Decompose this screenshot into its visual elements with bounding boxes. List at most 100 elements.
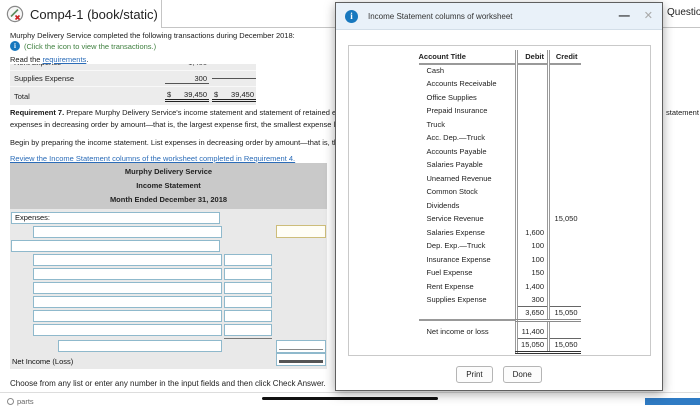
clipped-table-row: Rent Expense 1,400 <box>10 64 256 71</box>
requirement7-text: Requirement 7. Prepare Murphy Delivery S… <box>10 108 337 117</box>
section-label-field[interactable] <box>11 240 220 252</box>
total-expenses-amount-field[interactable] <box>276 340 326 353</box>
column-header-debit: Debit <box>515 50 549 65</box>
debit-cell: 100 <box>515 239 549 253</box>
minimize-icon[interactable]: — <box>619 11 630 22</box>
account-cell: Accounts Payable <box>426 146 487 156</box>
debit-total-value: 39,450 <box>184 90 207 99</box>
read-requirements-line: Read the requirements. <box>10 55 337 64</box>
info-icon[interactable]: i <box>10 41 20 51</box>
expense-item-field[interactable] <box>33 324 222 336</box>
expense-amount-field[interactable] <box>224 254 272 266</box>
double-rule <box>279 360 323 363</box>
supplies-expense-credit <box>212 78 256 79</box>
clipped-row-value: 1,400 <box>165 64 209 67</box>
credit-cell <box>547 104 581 118</box>
credit-cell <box>547 144 581 158</box>
credit-cell: 15,050 <box>547 306 581 322</box>
expense-item-field[interactable] <box>33 282 222 294</box>
credit-cell <box>547 185 581 199</box>
account-cell: Dep. Exp.—Truck <box>426 241 486 251</box>
question-tab[interactable]: Comp4-1 (book/static) <box>0 0 162 28</box>
line-item-field[interactable] <box>33 226 222 238</box>
done-button[interactable]: Done <box>502 366 542 383</box>
debit-cell <box>515 212 549 226</box>
debit-cell: 1,400 <box>515 279 549 293</box>
debit-cell <box>515 131 549 145</box>
debit-cell: 100 <box>515 252 549 266</box>
credit-cell <box>547 325 581 339</box>
static-question-icon <box>6 5 24 23</box>
requirements-link[interactable]: requirements <box>43 55 87 64</box>
revenue-amount-field[interactable] <box>276 225 326 238</box>
expense-amount-field[interactable] <box>224 282 272 294</box>
worksheet-row: Unearned Revenue <box>419 171 581 185</box>
supplies-expense-debit: 300 <box>165 74 209 84</box>
worksheet-row: Office Supplies <box>419 90 581 104</box>
credit-cell <box>547 239 581 253</box>
credit-cell <box>547 158 581 172</box>
dollar-sign: $ <box>167 90 172 99</box>
dollar-sign: $ <box>214 90 219 99</box>
account-cell <box>419 339 517 353</box>
debit-cell: 15,050 <box>515 338 549 354</box>
expense-amount-field[interactable] <box>224 296 272 308</box>
credit-cell <box>547 293 581 307</box>
expenses-row-field[interactable]: Expenses: <box>11 212 220 224</box>
intro-text: Murphy Delivery Service completed the fo… <box>10 31 295 40</box>
worksheet-row: Accounts Payable <box>419 144 581 158</box>
expense-amount-field[interactable] <box>224 310 272 322</box>
expense-amount-field[interactable] <box>224 324 272 336</box>
horizontal-scrollbar-thumb[interactable] <box>262 397 438 400</box>
debit-cell <box>515 117 549 131</box>
debit-cell: 3,650 <box>515 306 549 322</box>
expense-item-field[interactable] <box>33 268 222 280</box>
debit-total: $39,450 <box>165 90 209 102</box>
check-answer-button-fragment[interactable] <box>645 398 700 405</box>
account-cell: Accounts Receivable <box>426 79 497 89</box>
worksheet-modal: i Income Statement columns of worksheet … <box>335 2 663 391</box>
requirement7-rest: Prepare Murphy Delivery Service's income… <box>64 108 337 117</box>
account-cell: Prepaid Insurance <box>426 106 488 116</box>
worksheet-row: Fuel Expense 150 <box>419 266 581 280</box>
modal-footer: Print Done <box>336 366 662 383</box>
debit-cell <box>515 158 549 172</box>
expense-item-field[interactable] <box>33 296 222 308</box>
column-header-credit: Credit <box>547 50 581 65</box>
account-cell: Fuel Expense <box>426 268 473 278</box>
account-cell: Service Revenue <box>426 214 484 224</box>
account-cell: Acc. Dep.—Truck <box>426 133 485 143</box>
statement-title: Income Statement <box>136 181 201 190</box>
expense-item-field[interactable] <box>33 254 222 266</box>
worksheet-summary-table: Rent Expense 1,400 Supplies Expense 300 … <box>10 64 256 105</box>
total-label: Total <box>14 91 30 101</box>
credit-cell <box>547 131 581 145</box>
worksheet-row: Salaries Expense 1,600 <box>419 225 581 239</box>
worksheet-table-body: Cash Accounts Receivable Office Supplies Pr… <box>418 63 581 354</box>
credit-cell <box>547 279 581 293</box>
account-cell: Rent Expense <box>426 281 474 291</box>
expense-amount-field[interactable] <box>224 268 272 280</box>
credit-cell <box>547 117 581 131</box>
clipped-row-label: Rent Expense <box>10 64 165 67</box>
worksheet-row: 3,650 15,050 <box>419 306 581 322</box>
net-income-amount-field[interactable] <box>276 353 326 366</box>
account-cell: Salaries Expense <box>426 227 485 237</box>
credit-cell: 15,050 <box>547 338 581 354</box>
expense-item-field[interactable] <box>33 310 222 322</box>
credit-cell <box>547 252 581 266</box>
account-cell: Supplies Expense <box>426 295 487 305</box>
account-cell: Insurance Expense <box>426 254 491 264</box>
footer-divider <box>0 392 700 393</box>
review-worksheet-link[interactable]: Review the Income Statement columns of t… <box>10 154 295 163</box>
worksheet-table: Account Title Debit Credit Cash Accounts … <box>418 50 581 354</box>
worksheet-row: Insurance Expense 100 <box>419 252 581 266</box>
expense-total-rule <box>224 338 272 339</box>
worksheet-row: Dep. Exp.—Truck 100 <box>419 239 581 253</box>
account-cell <box>419 307 517 321</box>
print-button[interactable]: Print <box>456 366 493 383</box>
total-expenses-label-field[interactable] <box>58 340 222 352</box>
close-icon[interactable]: ✕ <box>644 11 653 22</box>
debit-cell <box>515 171 549 185</box>
transactions-note-row: i (Click the icon to view the transactio… <box>10 41 156 51</box>
